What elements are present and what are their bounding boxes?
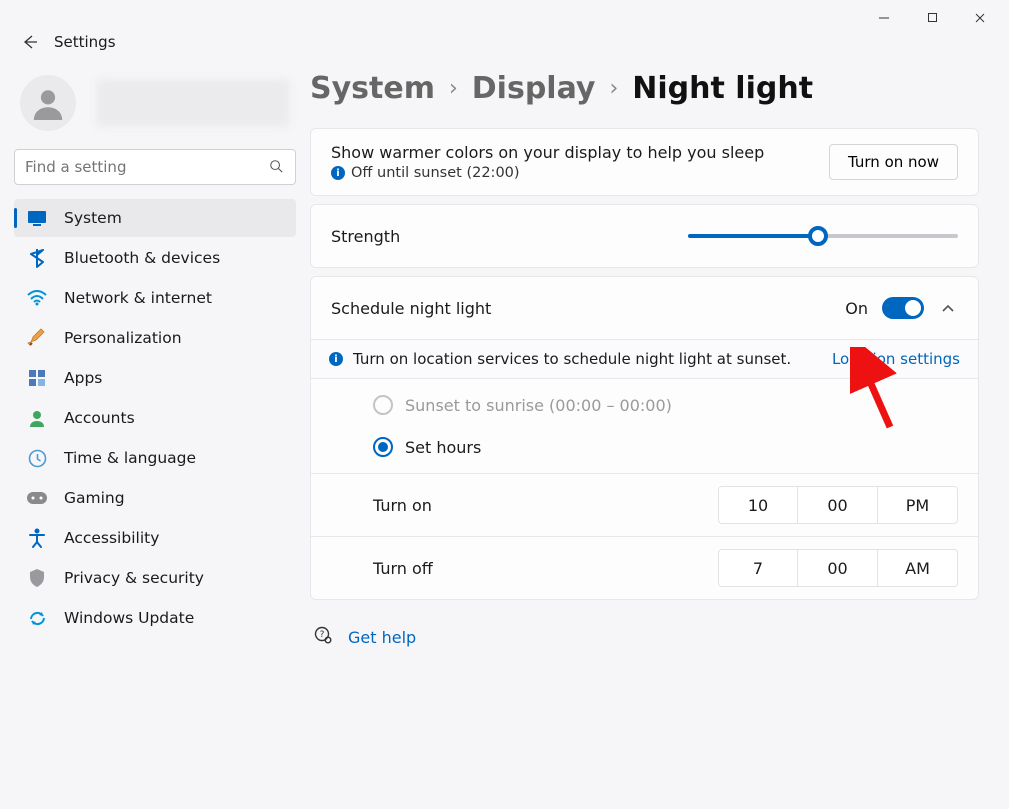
search-input[interactable] [14,149,296,185]
globe-clock-icon [26,447,48,469]
get-help-link[interactable]: ? Get help [310,608,979,648]
night-light-summary-card: Show warmer colors on your display to he… [310,128,979,196]
nav-label: Privacy & security [64,569,204,587]
turn-off-row: Turn off 7 00 AM [311,536,978,599]
svg-text:?: ? [320,630,325,640]
turn-off-time-picker[interactable]: 7 00 AM [718,549,958,587]
location-banner: i Turn on location services to schedule … [311,339,978,379]
turn-on-ampm[interactable]: PM [878,486,958,524]
radio-set-hours[interactable]: Set hours [373,437,960,457]
turn-on-now-button[interactable]: Turn on now [829,144,958,180]
turn-off-minute[interactable]: 00 [798,549,878,587]
breadcrumb-display[interactable]: Display [472,71,596,106]
nav-label: Personalization [64,329,182,347]
wifi-icon [26,287,48,309]
chevron-up-icon[interactable] [938,303,958,313]
radio-label: Set hours [405,438,481,457]
chevron-right-icon: › [609,76,618,101]
search-icon [269,158,285,177]
bluetooth-icon [26,247,48,269]
strength-label: Strength [331,227,400,246]
sidebar: System Bluetooth & devices Network & int… [0,57,310,809]
nav-label: Accounts [64,409,135,427]
nav-label: Accessibility [64,529,159,547]
nav-label: Windows Update [64,609,194,627]
turn-on-time-picker[interactable]: 10 00 PM [718,486,958,524]
gamepad-icon [26,487,48,509]
apps-icon [26,367,48,389]
nav-label: System [64,209,122,227]
maximize-button[interactable] [909,3,955,33]
nav-label: Time & language [64,449,196,467]
radio-icon [373,395,393,415]
nav-personalization[interactable]: Personalization [14,319,296,357]
profile-block[interactable] [14,65,296,149]
turn-on-hour[interactable]: 10 [718,486,798,524]
schedule-card: Schedule night light On i Turn on locati… [310,276,979,600]
breadcrumb: System › Display › Night light [310,65,979,128]
close-button[interactable] [957,3,1003,33]
nav-list: System Bluetooth & devices Network & int… [14,199,296,637]
nav-apps[interactable]: Apps [14,359,296,397]
turn-on-row: Turn on 10 00 PM [311,473,978,536]
turn-on-minute[interactable]: 00 [798,486,878,524]
search-field[interactable] [25,158,269,176]
chevron-right-icon: › [449,76,458,101]
person-icon [26,407,48,429]
help-label: Get help [348,628,416,647]
turn-off-label: Turn off [373,559,433,578]
location-settings-link[interactable]: Location settings [832,350,960,368]
info-icon: i [331,166,345,180]
back-button[interactable] [20,32,40,52]
nav-bluetooth[interactable]: Bluetooth & devices [14,239,296,277]
turn-off-hour[interactable]: 7 [718,549,798,587]
strength-card: Strength [310,204,979,268]
nav-label: Apps [64,369,102,387]
nav-gaming[interactable]: Gaming [14,479,296,517]
radio-label: Sunset to sunrise (00:00 – 00:00) [405,396,672,415]
display-icon [26,207,48,229]
help-icon: ? [314,626,332,648]
nav-system[interactable]: System [14,199,296,237]
accessibility-icon [26,527,48,549]
nav-accessibility[interactable]: Accessibility [14,519,296,557]
turn-off-ampm[interactable]: AM [878,549,958,587]
schedule-toggle-text: On [845,299,868,318]
nav-label: Gaming [64,489,125,507]
paintbrush-icon [26,327,48,349]
summary-title: Show warmer colors on your display to he… [331,143,764,162]
breadcrumb-system[interactable]: System [310,71,435,106]
nav-windows-update[interactable]: Windows Update [14,599,296,637]
schedule-label: Schedule night light [331,299,491,318]
sync-icon [26,607,48,629]
breadcrumb-night-light: Night light [632,71,813,106]
nav-time-language[interactable]: Time & language [14,439,296,477]
summary-status: Off until sunset (22:00) [351,165,520,181]
main-content: System › Display › Night light Show warm… [310,57,1009,809]
turn-on-label: Turn on [373,496,432,515]
schedule-mode-group: Sunset to sunrise (00:00 – 00:00) Set ho… [311,379,978,473]
nav-network[interactable]: Network & internet [14,279,296,317]
radio-icon [373,437,393,457]
radio-sunset-sunrise: Sunset to sunrise (00:00 – 00:00) [373,395,960,415]
nav-accounts[interactable]: Accounts [14,399,296,437]
shield-icon [26,567,48,589]
avatar [20,75,76,131]
profile-info-redacted [96,79,290,127]
nav-label: Network & internet [64,289,212,307]
strength-slider[interactable] [688,226,958,246]
nav-label: Bluetooth & devices [64,249,220,267]
nav-privacy[interactable]: Privacy & security [14,559,296,597]
schedule-header[interactable]: Schedule night light On [311,277,978,339]
app-title: Settings [54,33,116,51]
schedule-toggle[interactable] [882,297,924,319]
banner-text: Turn on location services to schedule ni… [353,350,791,368]
info-icon: i [329,352,343,366]
minimize-button[interactable] [861,3,907,33]
